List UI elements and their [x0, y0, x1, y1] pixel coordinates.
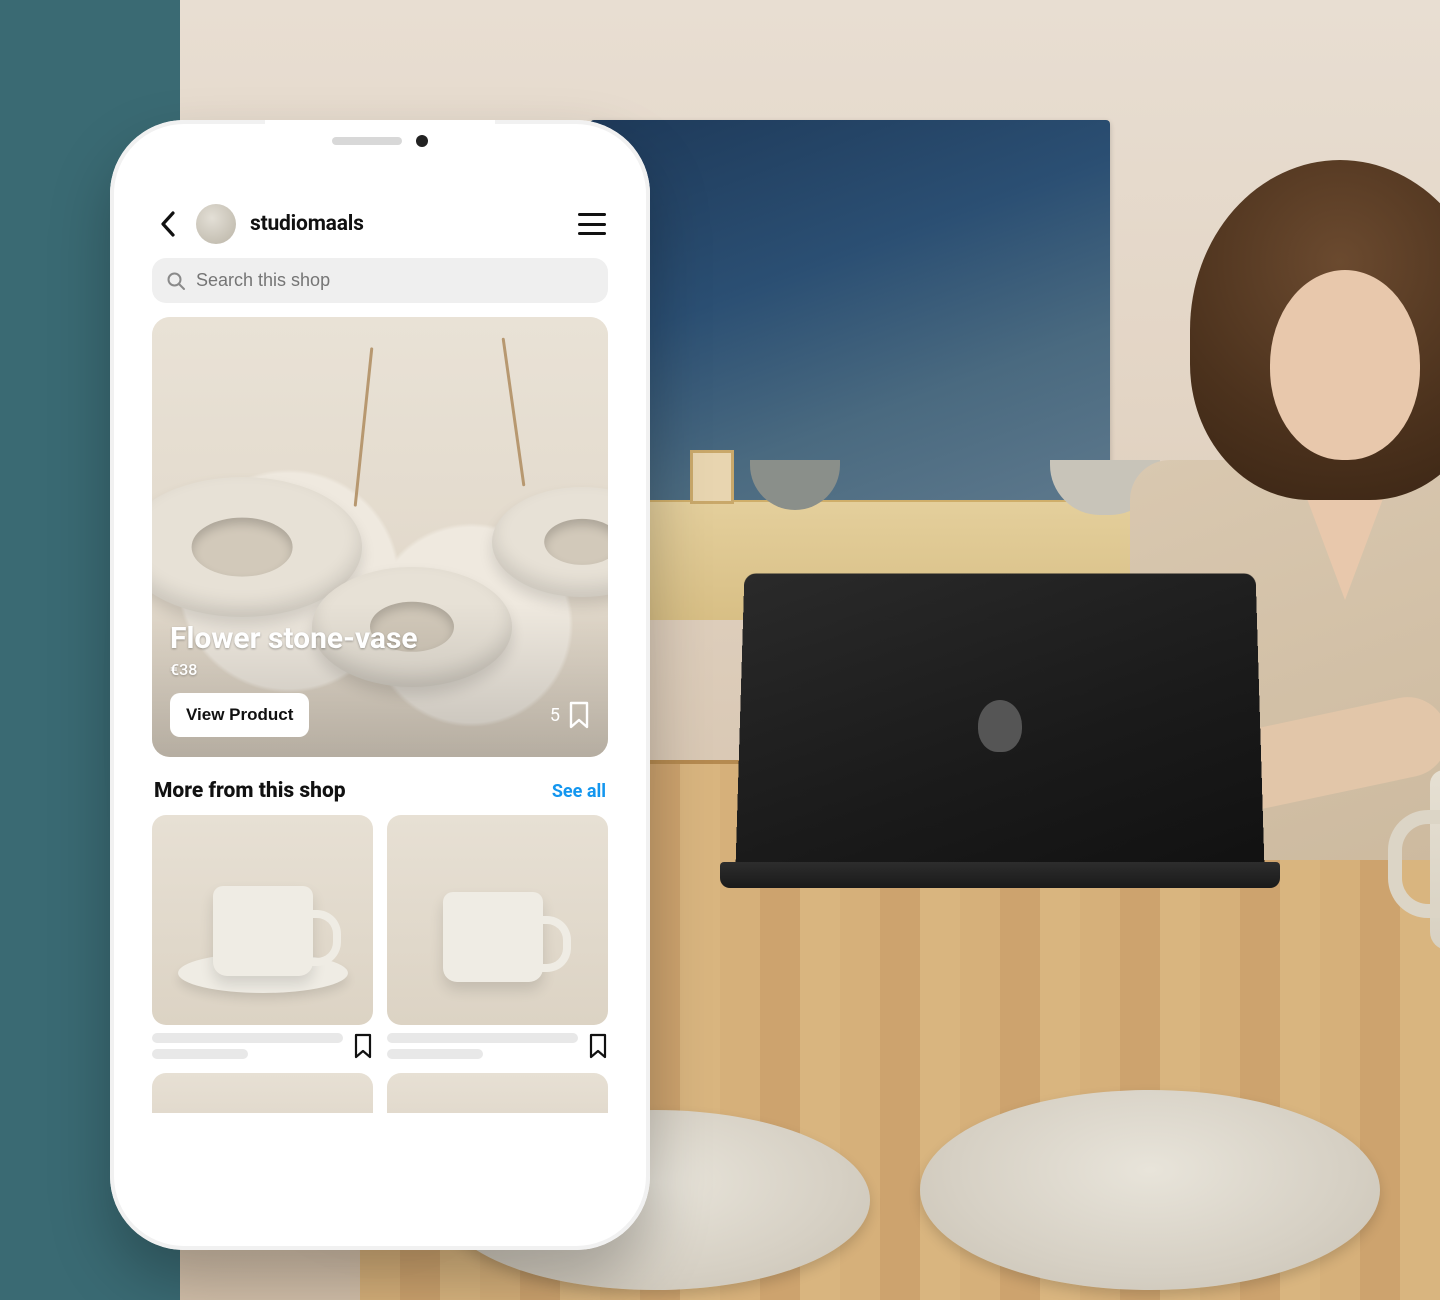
phone-frame: studiomaals: [110, 120, 650, 1250]
featured-product-title: Flower stone-vase: [170, 621, 590, 656]
apple-logo-icon: [978, 700, 1022, 752]
speaker-icon: [332, 137, 402, 145]
table-mug: [1430, 770, 1440, 950]
product-meta: [152, 1033, 373, 1059]
menu-button[interactable]: [578, 213, 606, 235]
featured-product-overlay: Flower stone-vase €38 View Product 5: [152, 603, 608, 757]
save-count: 5: [550, 705, 560, 726]
shop-header: studiomaals: [150, 198, 610, 258]
view-product-button[interactable]: View Product: [170, 693, 309, 737]
see-all-link[interactable]: See all: [552, 781, 606, 802]
section-title: More from this shop: [154, 779, 346, 803]
featured-product-price: €38: [170, 660, 590, 679]
product-tile[interactable]: [387, 815, 608, 1059]
phone-notch: [265, 120, 495, 162]
more-from-shop-header: More from this shop See all: [150, 775, 610, 815]
product-thumb-peek[interactable]: [387, 1073, 608, 1113]
shelf-frame: [690, 450, 734, 504]
product-thumb-peek[interactable]: [152, 1073, 373, 1113]
app-screen: studiomaals: [132, 162, 628, 1224]
product-tile[interactable]: [152, 815, 373, 1059]
back-button[interactable]: [154, 210, 182, 238]
product-thumb: [152, 815, 373, 1025]
menu-icon: [578, 213, 606, 216]
save-group[interactable]: 5: [550, 701, 590, 729]
bookmark-icon: [588, 1033, 608, 1059]
laptop: [740, 570, 1260, 890]
table-plate: [920, 1090, 1380, 1290]
search-icon: [166, 271, 186, 291]
front-camera-icon: [416, 135, 428, 147]
bookmark-button[interactable]: [353, 1033, 373, 1059]
product-grid-peek: [150, 1059, 610, 1113]
text-placeholder: [152, 1033, 343, 1059]
wall-art: [590, 120, 1110, 500]
product-thumb: [387, 815, 608, 1025]
shop-name[interactable]: studiomaals: [250, 212, 564, 236]
search-input[interactable]: [196, 270, 594, 291]
bookmark-icon: [568, 701, 590, 729]
product-meta: [387, 1033, 608, 1059]
product-grid: [150, 815, 610, 1059]
bookmark-button[interactable]: [588, 1033, 608, 1059]
text-placeholder: [387, 1033, 578, 1059]
search-bar[interactable]: [152, 258, 608, 303]
chevron-left-icon: [160, 211, 176, 237]
featured-product-card[interactable]: Flower stone-vase €38 View Product 5: [152, 317, 608, 757]
shop-avatar[interactable]: [196, 204, 236, 244]
bookmark-icon: [353, 1033, 373, 1059]
